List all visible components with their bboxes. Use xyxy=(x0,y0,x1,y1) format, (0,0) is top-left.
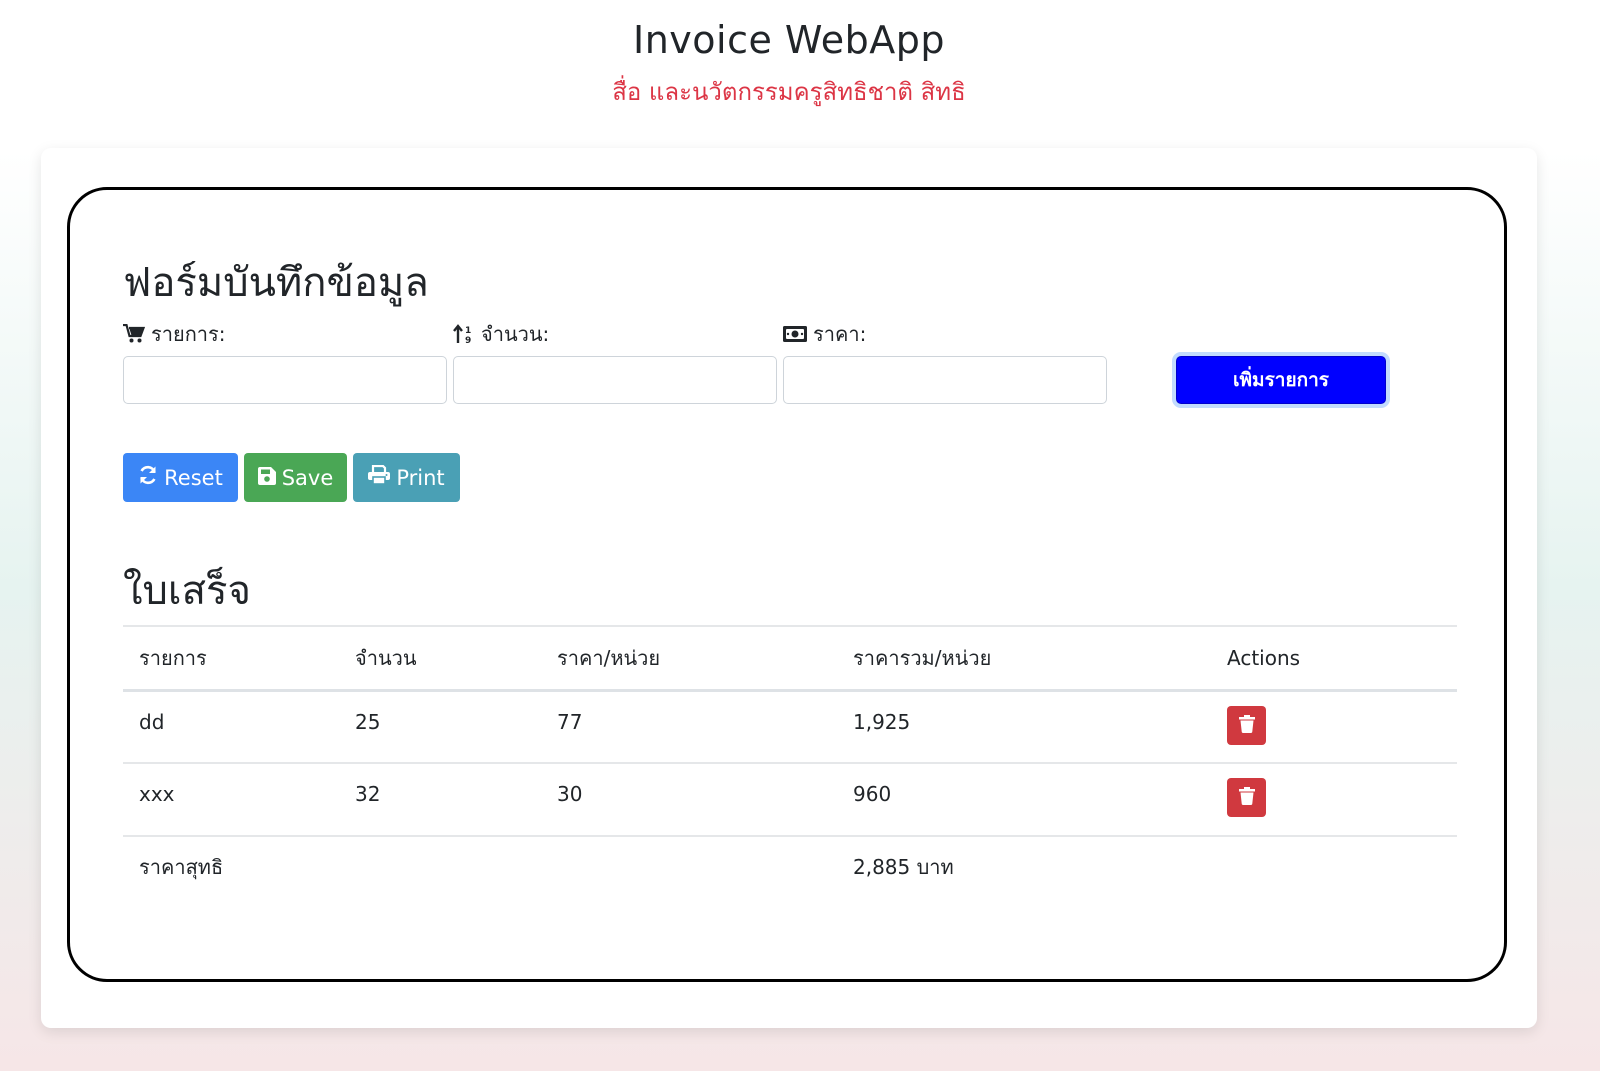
table-header-row: รายการ จำนวน ราคา/หน่วย ราคารวม/หน่วย Ac… xyxy=(123,625,1457,690)
cell-qty: 25 xyxy=(339,689,541,763)
page-title: Invoice WebApp xyxy=(632,18,946,62)
trash-icon xyxy=(1238,714,1255,736)
cell-total: 1,925 xyxy=(837,689,1211,763)
qty-label: 1 9 จำนวน: xyxy=(453,318,549,350)
print-button[interactable]: Print xyxy=(353,453,460,502)
main-card: ฟอร์มบันทึกข้อมูล รายการ: 1 9 จำนวน: ราค… xyxy=(41,148,1537,1028)
table-row: xxx 32 30 960 xyxy=(123,762,1457,836)
reset-button[interactable]: Reset xyxy=(123,453,238,502)
delete-row-button[interactable] xyxy=(1227,705,1266,745)
reset-button-label: Reset xyxy=(164,465,223,490)
refresh-icon xyxy=(138,465,158,490)
svg-text:1: 1 xyxy=(465,326,471,336)
form-title: ฟอร์มบันทึกข้อมูล xyxy=(123,260,429,306)
cell-item: dd xyxy=(123,689,339,763)
total-row: ราคาสุทธิ 2,885 บาท xyxy=(123,835,1457,896)
cell-actions xyxy=(1211,762,1457,836)
column-header-total: ราคารวม/หน่วย xyxy=(837,625,1211,690)
item-label: รายการ: xyxy=(123,318,226,350)
cell-total: 960 xyxy=(837,762,1211,836)
shopping-cart-icon xyxy=(123,324,145,344)
price-label-text: ราคา: xyxy=(813,322,867,346)
total-value: 2,885 บาท xyxy=(837,835,1211,896)
delete-row-button[interactable] xyxy=(1227,778,1266,817)
printer-icon xyxy=(368,464,391,490)
cell-unit-price: 77 xyxy=(541,689,837,763)
print-button-label: Print xyxy=(396,465,445,490)
qty-input[interactable] xyxy=(453,356,777,404)
price-label: ราคา: xyxy=(783,318,866,350)
receipt-title: ใบเสร็จ xyxy=(123,568,251,614)
floppy-disk-icon xyxy=(257,466,276,490)
cell-unit-price: 30 xyxy=(541,762,837,836)
item-input[interactable] xyxy=(123,356,447,404)
money-bill-icon xyxy=(783,325,807,343)
sort-numeric-icon: 1 9 xyxy=(453,324,475,344)
svg-text:9: 9 xyxy=(465,336,471,344)
add-item-button[interactable]: เพิ่มรายการ xyxy=(1176,356,1386,404)
save-button-label: Save xyxy=(281,465,334,490)
cell-item: xxx xyxy=(123,762,339,836)
column-header-unit-price: ราคา/หน่วย xyxy=(541,625,837,690)
form-frame: ฟอร์มบันทึกข้อมูล รายการ: 1 9 จำนวน: ราค… xyxy=(67,187,1507,982)
qty-label-text: จำนวน: xyxy=(481,322,550,346)
save-button[interactable]: Save xyxy=(244,453,347,502)
item-label-text: รายการ: xyxy=(151,322,226,346)
trash-icon xyxy=(1238,787,1255,808)
column-header-item: รายการ xyxy=(123,625,339,690)
cell-actions xyxy=(1211,689,1457,763)
total-label: ราคาสุทธิ xyxy=(123,835,339,896)
receipt-table: รายการ จำนวน ราคา/หน่วย ราคารวม/หน่วย Ac… xyxy=(123,625,1457,896)
column-header-qty: จำนวน xyxy=(339,625,541,690)
page-subtitle: สื่อ และนวัตกรรมครูสิทธิชาติ สิทธิ xyxy=(612,78,966,106)
price-input[interactable] xyxy=(783,356,1107,404)
table-row: dd 25 77 1,925 xyxy=(123,689,1457,763)
column-header-actions: Actions xyxy=(1211,625,1457,690)
cell-qty: 32 xyxy=(339,762,541,836)
